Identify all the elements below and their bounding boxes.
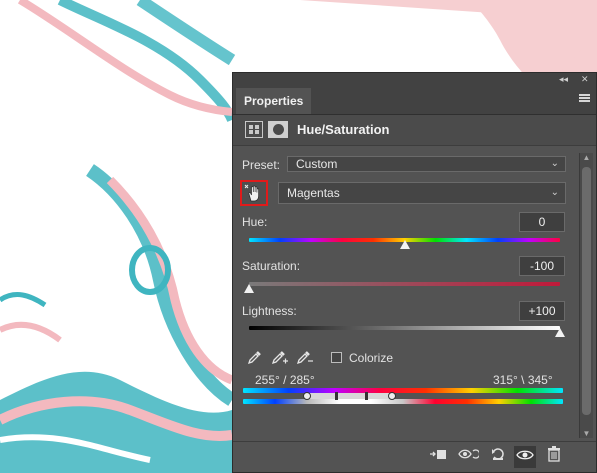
- scroll-down-icon[interactable]: ▼: [580, 429, 593, 438]
- adjustment-layer-icon[interactable]: [245, 121, 263, 138]
- range-handle-inner-left[interactable]: [335, 392, 338, 400]
- tab-properties[interactable]: Properties: [236, 88, 312, 114]
- lightness-slider-thumb[interactable]: [555, 328, 565, 337]
- channel-value: Magentas: [287, 186, 340, 200]
- hue-label: Hue:: [242, 215, 268, 229]
- eyedropper-minus-icon[interactable]: [296, 349, 314, 367]
- properties-panel: ◂◂ ✕ Properties Hue/Saturation Preset: C…: [232, 72, 597, 473]
- adjustment-title: Hue/Saturation: [297, 122, 390, 137]
- colorize-checkbox[interactable]: [331, 352, 342, 363]
- panel-footer: [233, 441, 596, 472]
- chevron-down-icon: ⌄: [550, 158, 559, 169]
- lightness-input[interactable]: +100: [519, 301, 565, 321]
- menu-icon[interactable]: [579, 94, 590, 103]
- range-handle-left[interactable]: [303, 392, 311, 400]
- hue-slider-thumb[interactable]: [399, 240, 410, 249]
- preset-label: Preset:: [242, 158, 281, 172]
- adjustment-header: Hue/Saturation: [233, 115, 596, 146]
- eyedropper-icon[interactable]: [246, 349, 264, 367]
- lightness-slider-track[interactable]: [249, 326, 560, 330]
- panel-title-strip: ◂◂ ✕: [233, 73, 596, 85]
- hue-input[interactable]: 0: [519, 212, 565, 232]
- range-left-readout: 255° / 285°: [255, 373, 315, 387]
- channel-dropdown[interactable]: Magentas ⌄: [278, 182, 566, 204]
- colorize-label: Colorize: [349, 351, 394, 365]
- range-handle-inner-right[interactable]: [365, 392, 368, 400]
- collapse-panel-button[interactable]: ◂◂: [559, 73, 568, 85]
- range-selector[interactable]: [307, 393, 393, 399]
- lightness-label: Lightness:: [242, 304, 297, 318]
- scrollbar-thumb[interactable]: [582, 167, 591, 415]
- saturation-input[interactable]: -100: [519, 256, 565, 276]
- saturation-label: Saturation:: [242, 259, 301, 273]
- range-right-readout: 315° \ 345°: [493, 373, 553, 387]
- clip-to-layer-icon[interactable]: [427, 446, 449, 468]
- hand-target-icon: [244, 184, 259, 202]
- close-panel-button[interactable]: ✕: [581, 73, 589, 85]
- trash-icon[interactable]: [543, 446, 565, 468]
- output-color-bar: [243, 399, 563, 404]
- visibility-eye-icon[interactable]: [514, 446, 536, 468]
- hand-target-tool[interactable]: [240, 180, 268, 206]
- panel-scrollbar[interactable]: ▲ ▼: [579, 153, 593, 438]
- range-handle-right[interactable]: [388, 392, 396, 400]
- preset-dropdown[interactable]: Custom ⌄: [287, 156, 566, 172]
- eyedropper-plus-icon[interactable]: [271, 349, 289, 367]
- saturation-slider-thumb[interactable]: [244, 284, 254, 293]
- scroll-up-icon[interactable]: ▲: [580, 153, 593, 162]
- layer-mask-icon[interactable]: [268, 121, 288, 138]
- reset-icon[interactable]: [487, 446, 509, 468]
- preset-value: Custom: [296, 157, 338, 171]
- chevron-down-icon: ⌄: [550, 187, 559, 198]
- saturation-slider-track[interactable]: [249, 282, 560, 286]
- panel-tabbar: Properties: [233, 85, 596, 115]
- view-previous-icon[interactable]: [457, 446, 481, 468]
- input-color-bar: [243, 388, 563, 393]
